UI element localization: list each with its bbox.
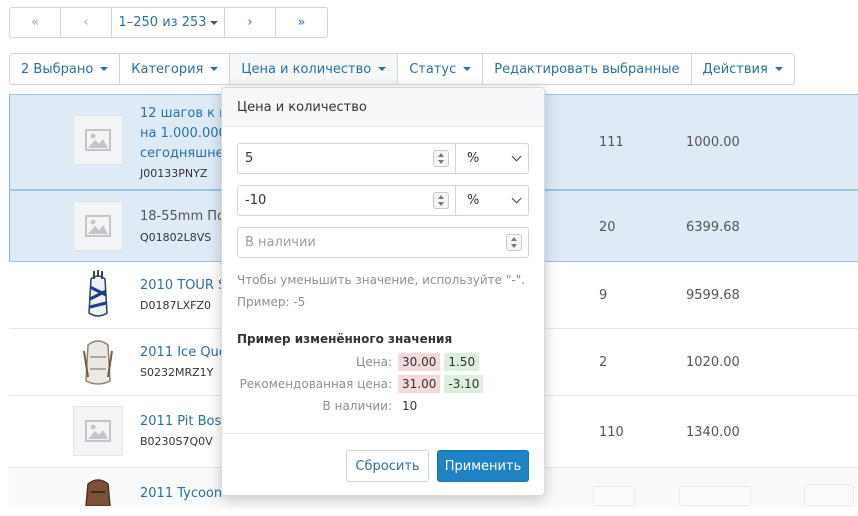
product-price: 9599.68 [686, 288, 740, 303]
example-label: Рекомендованная цена: [239, 377, 392, 391]
price-input[interactable] [679, 486, 751, 506]
product-price: 1340.00 [686, 425, 740, 440]
price-unit-select[interactable]: % [455, 144, 528, 173]
stock-placeholder: В наличии [245, 235, 316, 250]
chevron-down-icon [511, 151, 522, 162]
list-price-change-input[interactable]: -10 [238, 186, 455, 215]
stock-input[interactable]: В наличии [238, 228, 528, 257]
popup-title: Цена и количество [222, 88, 544, 127]
product-code: J00133PNYZ [140, 167, 208, 180]
prev-page-button[interactable]: ‹ [61, 8, 112, 37]
golf-bag-image [73, 270, 123, 320]
placeholder-image-icon [73, 115, 123, 165]
caret-down-icon [209, 20, 218, 25]
product-name-link[interactable]: 2011 Pit Boss [140, 412, 228, 432]
stock-value: 10 [402, 399, 418, 413]
price-qty-popup: Цена и количество 5 % -10 % В наличии Чт… [221, 87, 545, 496]
list-price-change-field: -10 % [237, 185, 529, 216]
product-qty: 2 [599, 355, 608, 370]
chevron-down-icon [511, 193, 522, 204]
hint-text: Чтобы уменьшить значение, используйте "-… [237, 273, 526, 287]
last-page-button[interactable]: » [276, 8, 327, 37]
row-actions-button[interactable] [804, 484, 854, 506]
bulk-actions-toolbar: 2 Выбрано Категория Цена и количество Ст… [9, 53, 795, 85]
example-row-list-price: Рекомендованная цена: 31.00 -3.10 [237, 375, 532, 394]
product-qty: 111 [599, 135, 624, 150]
caret-down-icon [463, 67, 472, 71]
example-title: Пример изменённого значения [237, 332, 453, 346]
caret-down-icon [774, 67, 783, 71]
pagination: « ‹ 1–250 из 253 › » [9, 7, 328, 38]
product-code: Q01802L8VS [140, 231, 212, 244]
product-price: 6399.68 [686, 220, 740, 235]
new-value-badge: 1.50 [444, 353, 480, 371]
example-row-price: Цена: 30.00 1.50 [237, 353, 532, 372]
status-label: Статус [409, 61, 457, 77]
list-price-unit-select[interactable]: % [455, 186, 528, 215]
placeholder-image-icon [73, 406, 123, 456]
product-qty: 110 [599, 425, 624, 440]
product-qty: 20 [599, 220, 616, 235]
product-code: S0232MRZ1Y [140, 366, 214, 379]
old-value-badge: 30.00 [398, 353, 441, 371]
product-price: 1020.00 [686, 355, 740, 370]
price-unit-value: % [467, 151, 480, 166]
example-label: Цена: [356, 355, 392, 369]
product-qty: 9 [599, 288, 608, 303]
price-change-field: 5 % [237, 143, 529, 174]
example-label: В наличии: [322, 399, 392, 413]
product-code: D0187LXFZ0 [140, 299, 211, 312]
caret-down-icon [210, 67, 219, 71]
selected-dropdown[interactable]: 2 Выбрано [10, 54, 121, 84]
example-row-stock: В наличии: 10 [237, 397, 532, 416]
reset-button[interactable]: Сбросить [346, 450, 429, 482]
stock-field: В наличии [237, 227, 529, 258]
list-price-change-value: -10 [245, 193, 267, 208]
backpack-image [73, 476, 123, 516]
category-label: Категория [131, 61, 204, 77]
price-change-value: 5 [245, 151, 254, 166]
caret-down-icon [378, 67, 387, 71]
backpack-image [73, 337, 123, 387]
actions-dropdown[interactable]: Действия [692, 54, 794, 84]
page-range-dropdown[interactable]: 1–250 из 253 [112, 8, 225, 37]
selected-label: 2 Выбрано [21, 61, 94, 77]
next-page-button[interactable]: › [225, 8, 276, 37]
apply-button[interactable]: Применить [437, 450, 529, 482]
price-qty-dropdown[interactable]: Цена и количество [230, 54, 399, 84]
placeholder-image-icon [73, 201, 123, 251]
page-range-label: 1–250 из 253 [118, 15, 207, 30]
first-page-button[interactable]: « [10, 8, 61, 37]
actions-label: Действия [702, 61, 768, 77]
category-dropdown[interactable]: Категория [120, 54, 231, 84]
list-price-unit-value: % [467, 193, 480, 208]
product-code: B0230S7Q0V [140, 435, 213, 448]
hint-example: Пример: -5 [237, 295, 306, 309]
popup-footer-divider [222, 433, 544, 434]
spinner-icon[interactable] [433, 192, 449, 209]
status-dropdown[interactable]: Статус [398, 54, 484, 84]
price-change-input[interactable]: 5 [238, 144, 455, 173]
old-value-badge: 31.00 [398, 375, 441, 393]
new-value-badge: -3.10 [444, 375, 484, 393]
spinner-icon[interactable] [506, 234, 522, 251]
edit-selected-label: Редактировать выбранные [494, 61, 680, 77]
price-qty-label: Цена и количество [241, 61, 372, 77]
product-name-link[interactable]: 2011 Tycoon [140, 484, 222, 504]
edit-selected-button[interactable]: Редактировать выбранные [483, 54, 692, 84]
product-price: 1000.00 [686, 135, 740, 150]
product-name-link[interactable]: 18-55mm Пор [140, 207, 233, 227]
qty-input[interactable] [593, 486, 635, 506]
caret-down-icon [100, 67, 109, 71]
spinner-icon[interactable] [433, 150, 449, 167]
